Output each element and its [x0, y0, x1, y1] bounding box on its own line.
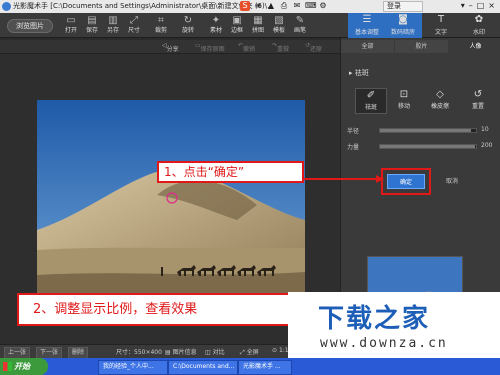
text-icon: T [437, 14, 445, 25]
desert-photo-image [37, 100, 305, 301]
folder-icon: ▭ [66, 15, 76, 26]
reset-button[interactable]: ↺ 重置 [463, 88, 493, 112]
tool-save-as[interactable]: ▥ 另存 [103, 15, 123, 37]
undo-button[interactable]: ↶ 撤销 [238, 42, 255, 53]
tab-watermark[interactable]: ✿ 水印 [460, 13, 498, 38]
radius-slider[interactable] [379, 128, 477, 133]
task-item-browser[interactable]: 我的经验_个人中... [98, 360, 168, 375]
task-item-photo-app[interactable]: 光影魔术手 ... [238, 360, 292, 375]
app-logo-icon [2, 2, 11, 11]
menu-icon[interactable]: ≡ [253, 1, 263, 11]
radius-value: 10 [481, 126, 489, 133]
fullscreen-button[interactable]: ⤢ 全屏 [240, 347, 259, 357]
tool-rotate[interactable]: ↻ 旋转 [178, 15, 198, 37]
step2-annotation: 2、调整显示比例，查看效果 [17, 293, 293, 326]
strength-label: 力量 [347, 144, 360, 151]
tab-film[interactable]: 胶片 [395, 40, 448, 53]
tab-all[interactable]: 全部 [341, 40, 394, 53]
tool-frame[interactable]: ▣ 边框 [227, 15, 247, 37]
cancel-button[interactable]: 取消 [433, 174, 471, 189]
ok-button[interactable]: 确定 [387, 174, 425, 189]
s-app-icon[interactable]: S [240, 1, 250, 11]
arrow-right-icon [304, 175, 384, 183]
site-watermark: 下载之家 www.downza.cn [288, 292, 500, 358]
reset-icon: ↺ [473, 89, 483, 100]
compare-button[interactable]: ◫ 对比 [205, 347, 225, 356]
spot-icon: ✐ [366, 90, 376, 101]
collage-icon: ▦ [253, 15, 263, 26]
title-quick-icons: S ≡ ▲ ⎙ ✉ ⌨ ⚙ [240, 1, 360, 12]
save-original-button[interactable]: ▭ 保存原图 [195, 42, 225, 53]
redo-button[interactable]: ↷ 重做 [272, 42, 289, 53]
settings-icon[interactable]: ⚙ [318, 1, 328, 11]
start-button[interactable]: 开始 [0, 358, 48, 375]
save-icon: ▤ [87, 15, 97, 26]
move-tool-button[interactable]: ⊡ 移动 [389, 88, 419, 112]
edited-photo[interactable] [37, 100, 305, 301]
resize-icon: ⤢ [130, 15, 138, 26]
tool-save[interactable]: ▤ 保存 [82, 15, 102, 37]
browse-images-button[interactable]: 浏览图片 [7, 19, 53, 33]
save-as-icon: ▥ [108, 15, 118, 26]
login-button[interactable]: 登录 [383, 1, 423, 12]
tool-template[interactable]: ▧ 模板 [269, 15, 289, 37]
eraser-tool-button[interactable]: ◇ 橡皮擦 [425, 88, 455, 112]
windows-logo-icon [3, 362, 12, 371]
rotate-icon: ↻ [183, 15, 193, 26]
tool-collage[interactable]: ▦ 拼图 [248, 15, 268, 37]
tool-crop[interactable]: ⌗ 裁剪 [151, 15, 171, 37]
edit-action-bar: ◁ 分享 ▭ 保存原图 ↶ 撤销 ↷ 重做 ↺ 还原 [0, 40, 340, 54]
camera-icon: ◙ [398, 14, 408, 25]
image-info-button[interactable]: ▤ 图片信息 [165, 347, 197, 356]
radius-label: 半径 [347, 128, 360, 135]
strength-value: 200 [481, 142, 493, 149]
tab-darkroom[interactable]: ◙ 数码暗房 [384, 13, 422, 38]
material-icon: ✦ [211, 15, 221, 26]
window-controls[interactable]: ▾–□× [455, 1, 499, 12]
print-icon[interactable]: ⎙ [279, 1, 289, 11]
restore-button[interactable]: ↺ 还原 [305, 42, 322, 53]
strength-slider[interactable] [379, 144, 477, 149]
tool-brush[interactable]: ✎ 画笔 [290, 15, 310, 37]
watermark-logo-text: 下载之家 [318, 304, 431, 334]
brush-icon: ✎ [295, 15, 305, 26]
adjust-icon: ☰ [362, 14, 372, 25]
tab-text[interactable]: T 文字 [422, 13, 460, 38]
title-bar: 光影魔术手 [C:\Documents and Settings\Adminis… [0, 0, 500, 13]
mail-icon[interactable]: ✉ [292, 1, 302, 11]
window-title: 光影魔术手 [C:\Documents and Settings\Adminis… [13, 2, 274, 10]
watermark-icon: ✿ [474, 14, 484, 25]
shirt-icon[interactable]: ▲ [266, 1, 276, 11]
image-size-label: 尺寸：550×400 [116, 349, 162, 356]
panel-tabs: 全部 胶片 人像 [341, 40, 500, 53]
tool-open[interactable]: ▭ 打开 [61, 15, 81, 37]
spot-tool-button[interactable]: ✐ 祛斑 [355, 88, 387, 114]
task-item-folder[interactable]: C:\Documents and... [168, 360, 238, 375]
tool-material[interactable]: ✦ 素材 [206, 15, 226, 37]
frame-icon: ▣ [232, 15, 242, 26]
share-button[interactable]: ◁ 分享 [162, 42, 179, 53]
windows-taskbar: 开始 我的经验_个人中... C:\Documents and... 光影魔术手… [0, 358, 500, 375]
zoom-button[interactable]: ⊙ 1:1 [272, 347, 289, 354]
crop-icon: ⌗ [158, 15, 164, 26]
watermark-url: www.downza.cn [320, 336, 448, 351]
move-icon: ⊡ [399, 89, 409, 100]
tab-portrait[interactable]: 人像 [449, 40, 500, 53]
template-icon: ▧ [274, 15, 284, 26]
tab-basic-adjust[interactable]: ☰ 基本调整 [348, 13, 386, 38]
tool-size[interactable]: ⤢ 尺寸 [124, 15, 144, 37]
step1-annotation: 1、点击“确定” [157, 161, 304, 183]
keyboard-icon[interactable]: ⌨ [305, 1, 317, 11]
eraser-icon: ◇ [436, 89, 444, 100]
section-title: ▸ 祛斑 [349, 69, 369, 77]
